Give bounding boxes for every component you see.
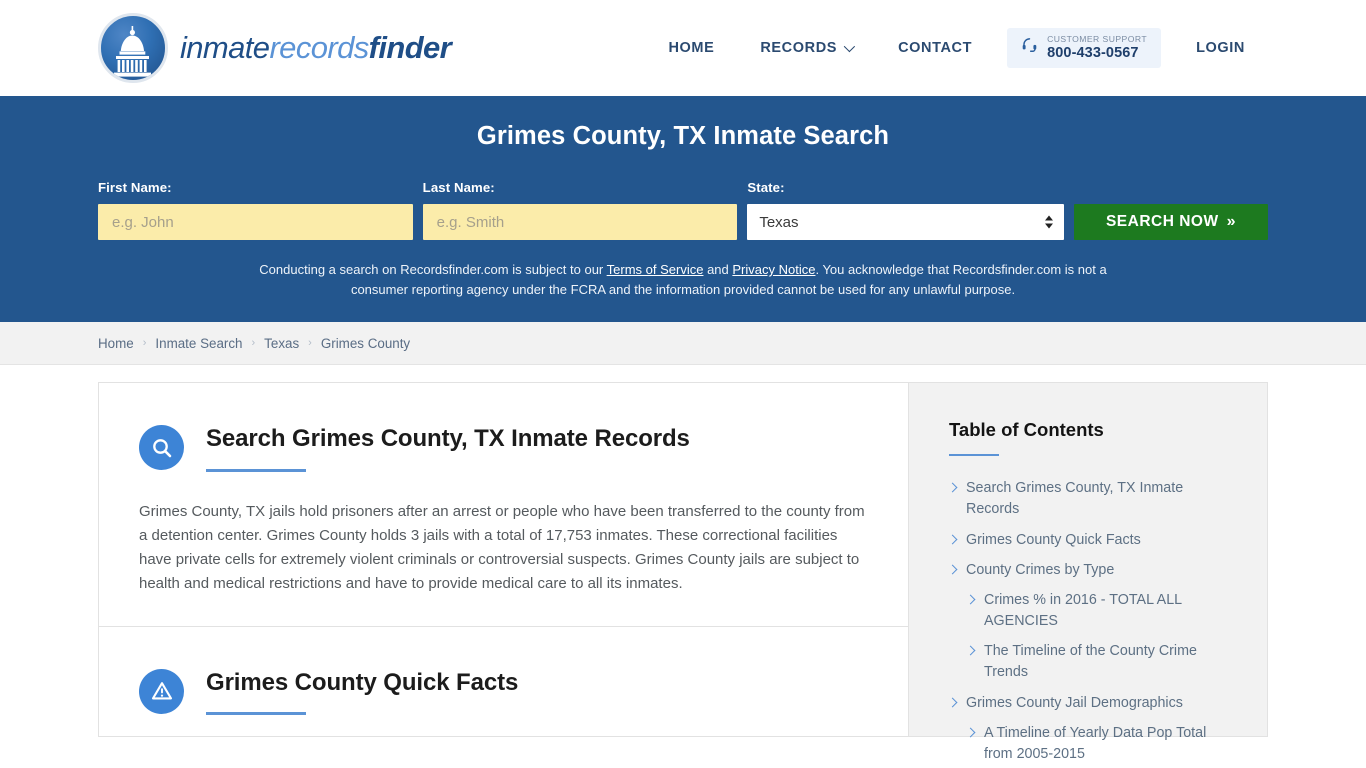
content-area: Search Grimes County, TX Inmate Records …: [0, 365, 1366, 762]
breadcrumb-item-inmate-search[interactable]: Inmate Search: [155, 336, 242, 351]
toc-item[interactable]: Grimes County Jail Demographics: [947, 693, 1235, 714]
section-quick-facts: Grimes County Quick Facts: [99, 625, 908, 746]
customer-support-box[interactable]: CUSTOMER SUPPORT 800-433-0567: [1007, 27, 1162, 69]
toc-item[interactable]: Grimes County Quick Facts: [947, 530, 1235, 551]
warning-triangle-icon: [139, 668, 184, 714]
breadcrumb-separator-icon: ›: [142, 337, 147, 350]
toc-title: Table of Contents: [949, 419, 1104, 441]
support-label: CUSTOMER SUPPORT: [1047, 33, 1148, 44]
breadcrumb-bar: Home › Inmate Search › Texas › Grimes Co…: [0, 322, 1366, 366]
brand-part-inmate: inmate: [180, 30, 270, 65]
breadcrumb-separator-icon: ›: [251, 337, 256, 350]
last-name-label: Last Name:: [422, 180, 495, 195]
toc-item[interactable]: A Timeline of Yearly Data Pop Total from…: [965, 723, 1235, 765]
chevron-right-icon: [965, 594, 976, 605]
search-disclaimer: Conducting a search on Recordsfinder.com…: [253, 260, 1113, 300]
toc-item[interactable]: County Crimes by Type: [947, 560, 1235, 581]
section-paragraph: Grimes County, TX jails hold prisoners a…: [139, 502, 865, 592]
toc-link[interactable]: Grimes County Quick Facts: [966, 530, 1141, 551]
nav-item-records[interactable]: RECORDS: [737, 40, 875, 56]
capitol-dome-icon: [98, 13, 168, 83]
toc-link[interactable]: Search Grimes County, TX Inmate Records: [966, 478, 1235, 520]
support-phone[interactable]: 800-433-0567: [1047, 45, 1147, 62]
brand-wordmark: inmaterecordsfinder: [180, 30, 452, 66]
toc-link[interactable]: Grimes County Jail Demographics: [966, 693, 1183, 714]
nav-item-home[interactable]: HOME: [645, 40, 737, 56]
state-label: State:: [747, 180, 785, 195]
search-form: First Name: Last Name: State: Texas SEAR…: [98, 180, 1268, 240]
last-name-input[interactable]: [422, 204, 738, 240]
section-search-records: Search Grimes County, TX Inmate Records …: [99, 383, 908, 626]
breadcrumb-item-current: Grimes County: [320, 335, 411, 351]
nav-item-login-label: LOGIN: [1196, 40, 1245, 56]
breadcrumb-separator-icon: ›: [308, 337, 312, 350]
toc-item[interactable]: Search Grimes County, TX Inmate Records: [947, 478, 1235, 520]
toc-item[interactable]: The Timeline of the County Crime Trends: [965, 641, 1235, 683]
chevron-right-icon: [947, 564, 958, 575]
hero-search-panel: Grimes County, TX Inmate Search First Na…: [0, 96, 1366, 323]
privacy-notice-link[interactable]: Privacy Notice: [732, 262, 815, 277]
chevron-right-icon: [965, 727, 976, 738]
breadcrumb: Home › Inmate Search › Texas › Grimes Co…: [98, 336, 410, 351]
title-underline: [206, 712, 306, 716]
disclaimer-text-2: and: [703, 262, 733, 277]
chevron-right-icon: [965, 645, 976, 656]
section-title: Grimes County Quick Facts: [206, 668, 519, 696]
first-name-label: First Name:: [98, 180, 172, 195]
nav-item-login[interactable]: LOGIN: [1173, 40, 1268, 56]
chevron-right-icon: [947, 482, 958, 493]
section-title: Search Grimes County, TX Inmate Records: [206, 425, 690, 453]
toc-list: Search Grimes County, TX Inmate Records …: [947, 478, 1235, 765]
brand-logo[interactable]: inmaterecordsfinder: [98, 13, 452, 83]
toc-item[interactable]: Crimes % in 2016 - TOTAL ALL AGENCIES: [965, 590, 1235, 632]
main-content-card: Search Grimes County, TX Inmate Records …: [98, 382, 908, 738]
toc-link[interactable]: Crimes % in 2016 - TOTAL ALL AGENCIES: [984, 590, 1235, 632]
state-field-group: State: Texas: [747, 180, 1064, 240]
site-header: inmaterecordsfinder HOME RECORDS CONTACT: [0, 0, 1366, 96]
nav-item-records-label: RECORDS: [760, 40, 838, 56]
toc-link[interactable]: The Timeline of the County Crime Trends: [984, 641, 1235, 683]
magnifier-icon: [139, 425, 184, 471]
nav-item-home-label: HOME: [668, 40, 715, 56]
double-chevron-right-icon: »: [1226, 213, 1237, 230]
main-navigation: HOME RECORDS CONTACT CUSTOMER SUPPORT 80…: [645, 0, 1268, 96]
chevron-right-icon: [947, 697, 958, 707]
terms-of-service-link[interactable]: Terms of Service: [607, 262, 704, 277]
title-underline: [206, 468, 306, 472]
toc-link[interactable]: A Timeline of Yearly Data Pop Total from…: [984, 723, 1235, 765]
first-name-input[interactable]: [98, 204, 413, 240]
first-name-field-group: First Name:: [98, 180, 413, 240]
nav-item-contact[interactable]: CONTACT: [875, 40, 995, 56]
search-now-button[interactable]: SEARCH NOW »: [1074, 204, 1268, 240]
chevron-right-icon: [947, 534, 958, 545]
toc-underline: [949, 454, 999, 457]
page-title: Grimes County, TX Inmate Search: [476, 122, 890, 150]
chevron-down-icon: [843, 40, 856, 53]
headset-icon: [1021, 37, 1038, 59]
search-now-label: SEARCH NOW: [1105, 213, 1219, 230]
table-of-contents-panel: Table of Contents Search Grimes County, …: [908, 382, 1268, 762]
toc-link[interactable]: County Crimes by Type: [966, 560, 1114, 581]
nav-item-contact-label: CONTACT: [898, 40, 973, 56]
state-select[interactable]: Texas: [747, 204, 1064, 240]
brand-part-finder: finder: [368, 30, 452, 65]
brand-part-records: records: [269, 30, 369, 65]
disclaimer-text-1: Conducting a search on Recordsfinder.com…: [259, 262, 607, 277]
breadcrumb-item-home[interactable]: Home: [98, 336, 134, 351]
last-name-field-group: Last Name:: [422, 180, 738, 240]
breadcrumb-item-texas[interactable]: Texas: [264, 336, 299, 351]
